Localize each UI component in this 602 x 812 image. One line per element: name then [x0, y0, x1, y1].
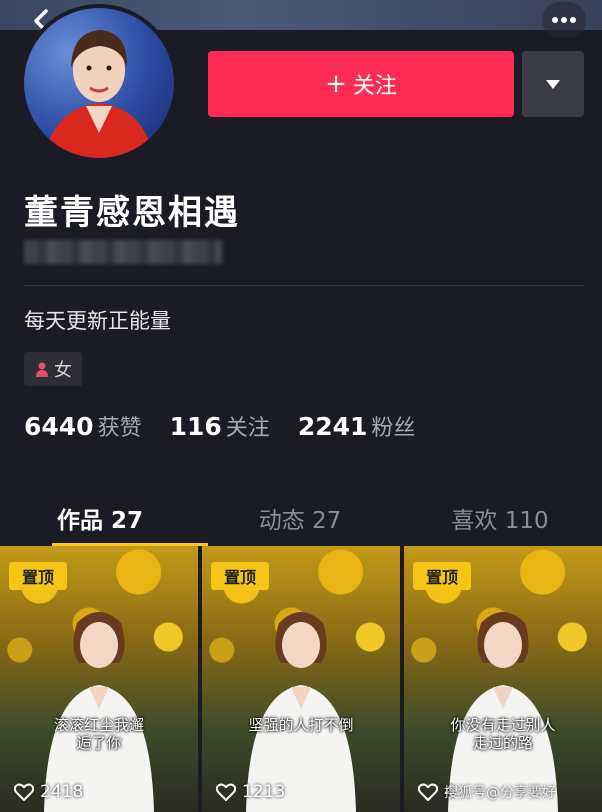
video-caption: 坚强的人打不倒: [202, 716, 400, 734]
caption-line: 坚强的人打不倒: [248, 716, 354, 734]
heart-icon: [418, 783, 438, 801]
stat-label: 关注: [225, 416, 270, 441]
content-tabs: 作品 27 动态 27 喜欢 110: [0, 495, 602, 545]
stat-value: 2241: [297, 412, 368, 441]
pinned-badge: 置顶: [211, 562, 269, 590]
more-dots-icon: [552, 17, 576, 23]
pinned-badge: 置顶: [413, 562, 471, 590]
avatar-portrait: [44, 30, 154, 158]
video-thumbnail[interactable]: 置顶 坚强的人打不倒 1213: [202, 546, 400, 812]
follow-button-label: 关注: [352, 74, 397, 99]
recommend-dropdown-button[interactable]: [522, 51, 584, 117]
caption-line: 你没有走过别人: [450, 716, 556, 734]
heart-icon: [14, 783, 34, 801]
source-watermark: 搜狐号@分享要好: [444, 785, 556, 801]
account-id-blurred: [24, 240, 222, 264]
avatar[interactable]: [20, 4, 178, 162]
divider: [24, 285, 584, 286]
profile-name: 董青感恩相遇: [24, 193, 240, 233]
triangle-down-icon: [546, 79, 560, 89]
presenter-figure: [443, 601, 563, 812]
gender-label: 女: [54, 360, 72, 381]
video-thumbnail[interactable]: 置顶 你没有走过别人 走过的路 4: [404, 546, 602, 812]
video-caption: 滚滚红尘我邂 逅了你: [0, 716, 198, 752]
follow-button[interactable]: + 关注: [208, 51, 514, 117]
more-button[interactable]: [542, 2, 586, 38]
stat-following[interactable]: 116 关注: [170, 410, 270, 442]
caption-line: 逅了你: [76, 734, 122, 752]
pinned-badge: 置顶: [9, 562, 67, 590]
stats-bar: 6440 获赞 116 关注 2241 粉丝: [24, 410, 415, 442]
plus-icon: +: [325, 69, 347, 99]
stat-label: 粉丝: [371, 416, 416, 441]
tab-likes[interactable]: 喜欢 110: [400, 495, 600, 545]
stat-likes: 6440 获赞: [24, 410, 142, 442]
likes-count: 2418: [40, 782, 84, 802]
video-likes: 2418: [14, 782, 83, 802]
presenter-figure: [39, 601, 159, 812]
caption-line: 滚滚红尘我邂: [53, 716, 144, 734]
profile-bio: 每天更新正能量: [24, 309, 171, 333]
heart-icon: [216, 783, 236, 801]
tab-dynamics[interactable]: 动态 27: [200, 495, 400, 545]
tab-works[interactable]: 作品 27: [0, 495, 200, 545]
caption-line: 走过的路: [472, 734, 533, 752]
stat-value: 116: [169, 412, 222, 441]
presenter-figure: [241, 601, 361, 812]
video-caption: 你没有走过别人 走过的路: [404, 716, 602, 752]
video-likes: 1213: [216, 782, 285, 802]
video-grid: 置顶 滚滚红尘我邂 逅了你 2418 置顶 坚强的人打不倒 1213 置顶 你没…: [0, 546, 602, 812]
stat-value: 6440: [24, 412, 94, 441]
video-thumbnail[interactable]: 置顶 滚滚红尘我邂 逅了你 2418: [0, 546, 198, 812]
gender-tag: 女: [24, 352, 82, 386]
female-person-icon: [36, 362, 48, 377]
stat-label: 获赞: [97, 416, 142, 441]
likes-count: 1213: [242, 782, 286, 802]
stat-followers[interactable]: 2241 粉丝: [298, 410, 416, 442]
